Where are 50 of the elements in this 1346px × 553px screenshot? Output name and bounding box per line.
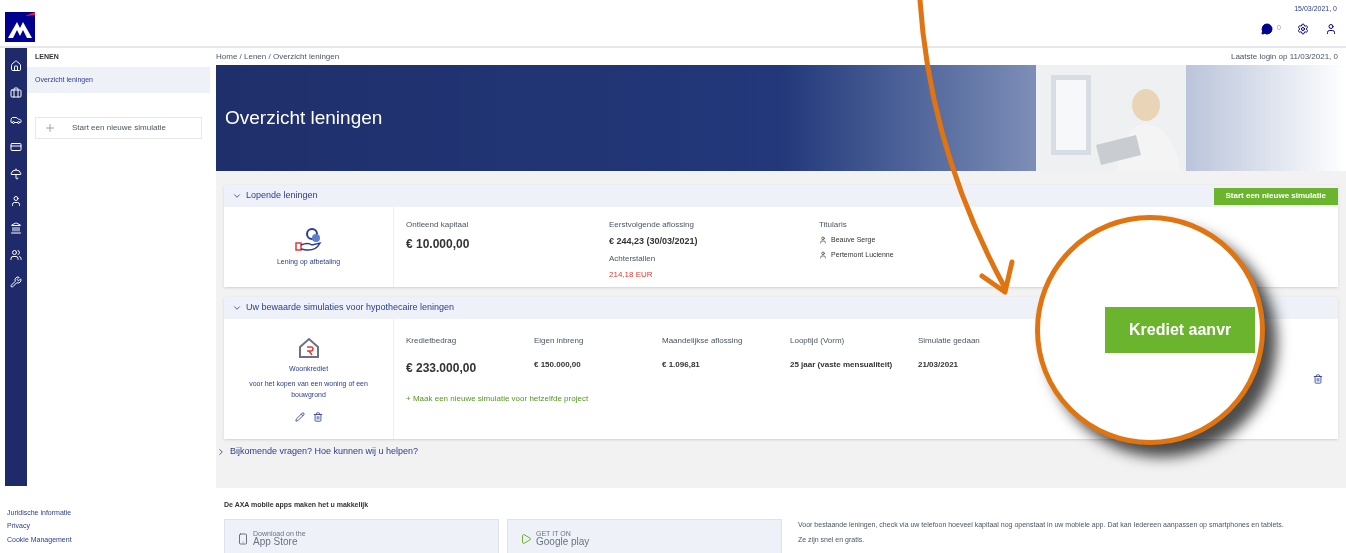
house-icon	[296, 335, 321, 360]
nav-icon[interactable]	[10, 141, 22, 153]
column-value: € 233.000,00	[406, 360, 478, 377]
nav-icon[interactable]	[10, 60, 22, 72]
store-name: Google play	[536, 537, 590, 547]
delete-icon[interactable]	[1313, 374, 1323, 384]
nav-icon[interactable]	[10, 195, 22, 207]
field-label: Titularis	[819, 219, 848, 231]
last-login-text: Laatste login op 11/03/2021, 0	[1230, 50, 1338, 63]
plus-icon	[44, 122, 56, 134]
section-title[interactable]: Lopende leningen	[246, 189, 318, 203]
column-value: € 1.096,81	[662, 359, 701, 371]
column-label: Eigen inbreng	[534, 335, 585, 347]
nav-icon[interactable]	[10, 276, 22, 288]
person-icon	[819, 236, 827, 245]
nav-icon[interactable]	[10, 168, 22, 180]
settings-icon[interactable]	[1297, 22, 1309, 35]
field-value: € 244,23 (30/03/2021)	[609, 235, 699, 248]
column-label: Kredietbedrag	[406, 335, 458, 347]
phone-icon	[237, 532, 249, 545]
field-label: Achterstallen	[609, 252, 657, 265]
person-icon	[819, 250, 827, 259]
field-label: Ontleend kapitaal	[406, 219, 470, 231]
hand-coins-icon	[293, 226, 324, 253]
user-icon[interactable]	[1325, 22, 1337, 35]
field-value: € 10.000,00	[406, 236, 471, 253]
section-title[interactable]: Uw bewaarde simulaties voor hypothecaire leningen	[246, 301, 455, 315]
column-value: 21/03/2021	[918, 359, 960, 371]
logo[interactable]	[5, 12, 35, 42]
nav-icon[interactable]	[10, 114, 22, 126]
nav-icon[interactable]	[10, 87, 22, 99]
column-value: € 150.000,00	[534, 359, 582, 371]
column-value: 25 jaar (vaste mensualiteit)	[790, 359, 894, 371]
edit-icon[interactable]	[294, 412, 305, 423]
store-name: App Store	[253, 537, 298, 547]
nav-icon[interactable]	[10, 249, 22, 261]
arrears-value: 214,18 EUR	[609, 268, 654, 281]
column-label: Looptijd (Vorm)	[790, 335, 846, 347]
column-label: Simulatie gedaan	[918, 335, 981, 347]
column-label: Maandelijkse aflossing	[662, 335, 744, 347]
chat-icon[interactable]	[1261, 22, 1274, 35]
page-title: Overzicht leningen	[225, 105, 383, 130]
play-icon	[520, 532, 532, 545]
new-simulation-link[interactable]: + Maak een nieuwe simulatie voor hetzelfde project	[406, 393, 1298, 405]
nav-icon[interactable]	[10, 222, 22, 234]
section-title[interactable]: Bijkomende vragen? Hoe kunnen wij u helpen?	[230, 445, 419, 459]
field-label: Eerstvolgende aflossing	[609, 219, 695, 231]
new-simulation-button[interactable]: Start een nieuwe simulatie	[35, 117, 202, 139]
breadcrumb: Home / Lenen / Overzicht leningen	[216, 50, 340, 63]
delete-icon[interactable]	[312, 412, 323, 423]
